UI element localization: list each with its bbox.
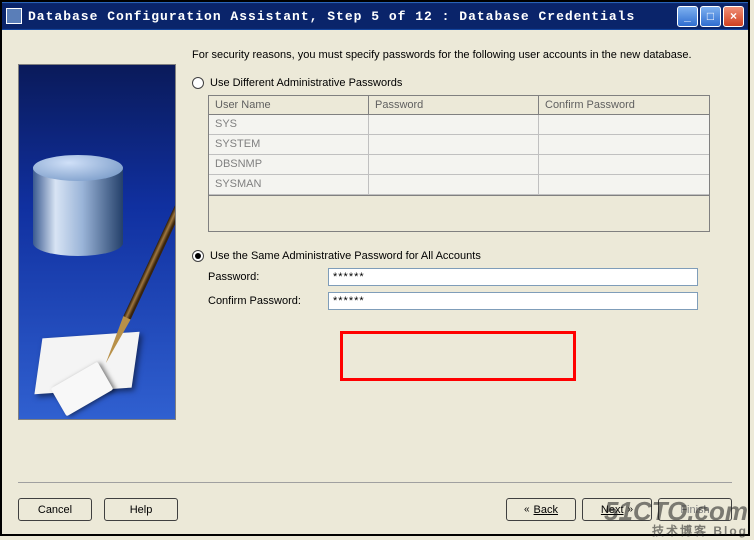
chevron-right-icon: » [628, 504, 634, 515]
col-username: User Name [209, 96, 369, 115]
accounts-table: User Name Password Confirm Password SYS … [208, 95, 710, 232]
table-row: SYS [209, 115, 709, 135]
table-row: SYSMAN [209, 175, 709, 195]
titlebar: Database Configuration Assistant, Step 5… [2, 2, 748, 30]
password-label: Password: [208, 271, 328, 283]
app-window: Database Configuration Assistant, Step 5… [0, 0, 750, 536]
minimize-button[interactable]: _ [677, 6, 698, 27]
option-same-password[interactable]: Use the Same Administrative Password for… [192, 250, 732, 262]
cancel-button[interactable]: Cancel [18, 498, 92, 521]
app-icon [6, 8, 22, 24]
cell-username: SYSTEM [209, 135, 369, 155]
confirm-password-label: Confirm Password: [208, 295, 328, 307]
password-input[interactable] [328, 268, 698, 286]
instruction-text: For security reasons, you must specify p… [192, 48, 732, 63]
col-password: Password [369, 96, 539, 115]
chevron-left-icon: « [524, 504, 530, 515]
table-row: DBSNMP [209, 155, 709, 175]
confirm-password-input[interactable] [328, 292, 698, 310]
cell-username: SYSMAN [209, 175, 369, 195]
maximize-button[interactable]: □ [700, 6, 721, 27]
annotation-highlight [340, 331, 576, 381]
back-button[interactable]: « Back [506, 498, 576, 521]
cell-username: SYS [209, 115, 369, 135]
next-button[interactable]: Next » [582, 498, 652, 521]
cell-password[interactable] [369, 115, 539, 135]
wizard-banner-image [18, 64, 176, 420]
client-area: For security reasons, you must specify p… [2, 30, 748, 534]
window-title: Database Configuration Assistant, Step 5… [28, 9, 677, 24]
option-different-label: Use Different Administrative Passwords [210, 77, 402, 89]
finish-button: Finish [658, 498, 732, 521]
wizard-footer: Cancel Help « Back Next » Finish [18, 482, 732, 526]
cell-username: DBSNMP [209, 155, 369, 175]
close-button[interactable]: × [723, 6, 744, 27]
cell-password[interactable] [369, 135, 539, 155]
option-same-label: Use the Same Administrative Password for… [210, 250, 481, 262]
cell-confirm[interactable] [539, 155, 709, 175]
cell-confirm[interactable] [539, 175, 709, 195]
radio-icon [192, 250, 204, 262]
option-different-passwords[interactable]: Use Different Administrative Passwords [192, 77, 732, 89]
table-empty-area [209, 195, 709, 231]
radio-icon [192, 77, 204, 89]
help-button[interactable]: Help [104, 498, 178, 521]
table-header: User Name Password Confirm Password [209, 96, 709, 115]
content-pane: For security reasons, you must specify p… [192, 42, 732, 472]
cell-confirm[interactable] [539, 115, 709, 135]
cell-confirm[interactable] [539, 135, 709, 155]
cell-password[interactable] [369, 175, 539, 195]
table-row: SYSTEM [209, 135, 709, 155]
cell-password[interactable] [369, 155, 539, 175]
col-confirm: Confirm Password [539, 96, 709, 115]
